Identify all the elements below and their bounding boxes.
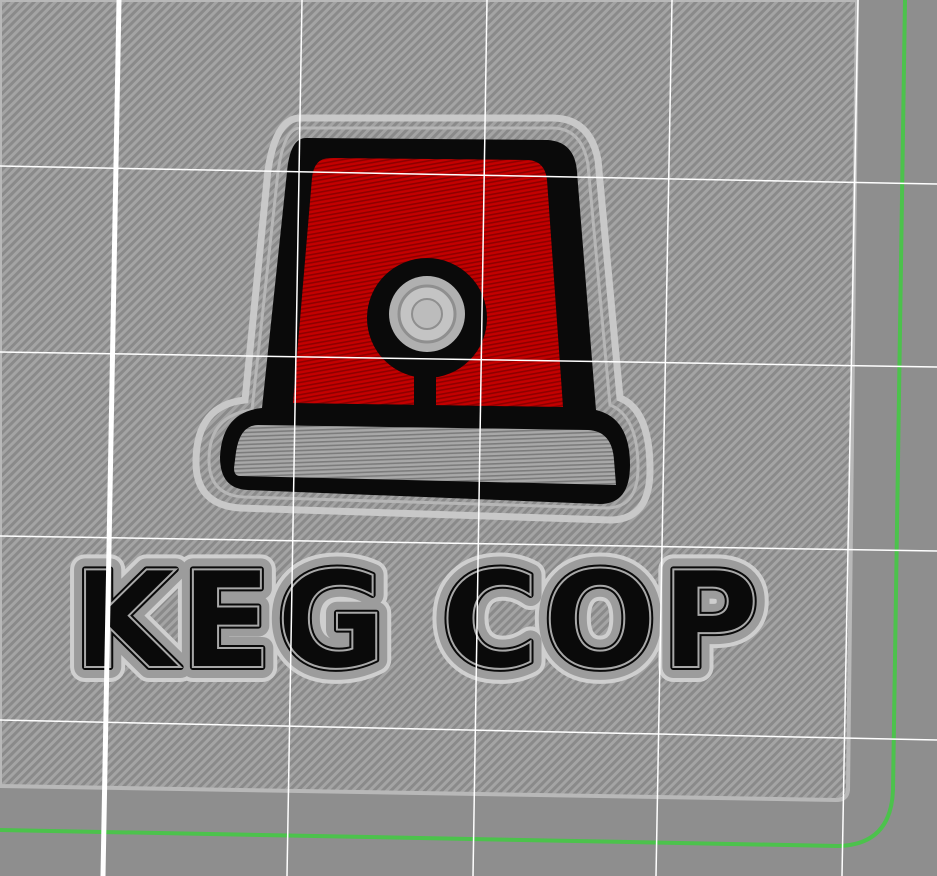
siren-base: [234, 425, 616, 485]
print-preview-canvas: KEG COP KEG COP KEG COP KEG COP: [0, 0, 937, 876]
